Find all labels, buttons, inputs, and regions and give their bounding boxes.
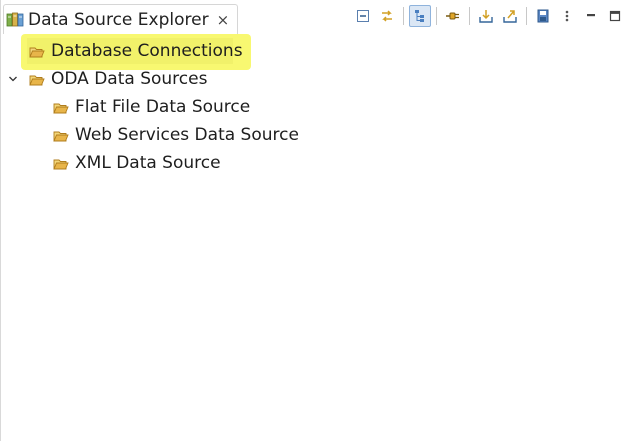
- tree-item-label: ODA Data Sources: [51, 69, 208, 89]
- minimize-icon[interactable]: [580, 5, 602, 27]
- view-header: Data Source Explorer ×: [1, 0, 630, 34]
- import-icon[interactable]: [475, 5, 497, 27]
- tree-item-label: Database Connections: [51, 41, 243, 61]
- export-icon[interactable]: [499, 5, 521, 27]
- tree-item-web-services-data-source[interactable]: Web Services Data Source: [53, 121, 299, 149]
- toolbar-separator: [436, 7, 437, 25]
- tree-layout-icon[interactable]: [409, 5, 431, 27]
- folder-open-icon: [53, 156, 69, 170]
- tree-item-label: Web Services Data Source: [75, 125, 299, 145]
- folder-open-icon: [53, 100, 69, 114]
- view-menu-icon[interactable]: [556, 5, 578, 27]
- tree-item-flat-file-data-source[interactable]: Flat File Data Source: [53, 93, 250, 121]
- tree-item-label: XML Data Source: [75, 153, 221, 173]
- toolbar-separator: [403, 7, 404, 25]
- tree-item-label: Flat File Data Source: [75, 97, 251, 117]
- save-icon[interactable]: [532, 5, 554, 27]
- link-with-editor-icon[interactable]: [376, 5, 398, 27]
- tree-item-database-connections[interactable]: Database Connections: [13, 37, 243, 65]
- view-tab[interactable]: Data Source Explorer ×: [3, 4, 239, 34]
- folder-open-icon: [29, 44, 45, 58]
- view-toolbar: [351, 4, 627, 28]
- view-title: Data Source Explorer: [28, 9, 209, 30]
- collapse-all-icon[interactable]: [352, 5, 374, 27]
- tree-item-oda-data-sources[interactable]: ODA Data Sources: [5, 65, 207, 93]
- data-source-explorer-view: Data Source Explorer × Database Connecti…: [0, 0, 630, 441]
- toolbar-separator: [469, 7, 470, 25]
- data-source-tree: Database Connections ODA Data Sources Fl…: [1, 34, 630, 441]
- tree-item-xml-data-source[interactable]: XML Data Source: [53, 149, 221, 177]
- chevron-down-icon[interactable]: [5, 74, 21, 84]
- folder-open-icon: [53, 128, 69, 142]
- data-source-explorer-icon: [6, 11, 24, 29]
- toolbar-separator: [526, 7, 527, 25]
- folder-open-icon: [29, 72, 45, 86]
- close-icon[interactable]: ×: [217, 11, 230, 29]
- connect-icon[interactable]: [442, 5, 464, 27]
- maximize-icon[interactable]: [604, 5, 626, 27]
